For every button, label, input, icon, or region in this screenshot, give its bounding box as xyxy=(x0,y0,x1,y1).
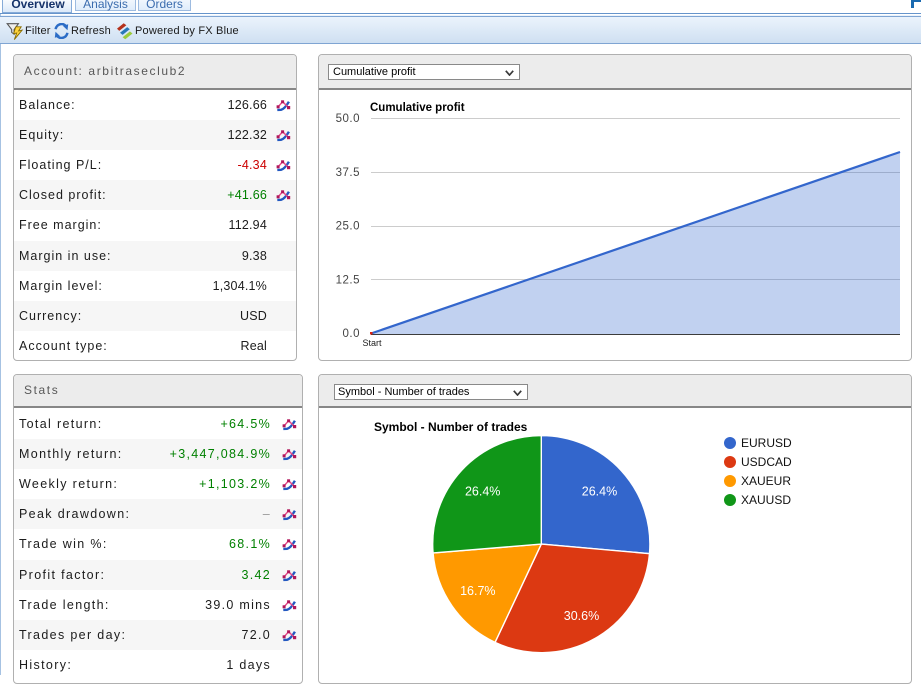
svg-text:0.0: 0.0 xyxy=(343,328,361,340)
svg-text:USDCAD: USDCAD xyxy=(741,455,792,469)
svg-text:XAUUSD: XAUUSD xyxy=(741,493,791,507)
svg-text:XAUEUR: XAUEUR xyxy=(741,474,791,488)
svg-text:16.7%: 16.7% xyxy=(460,584,495,598)
svg-text:37.5: 37.5 xyxy=(336,167,360,179)
svg-text:Start: Start xyxy=(362,338,382,348)
svg-text:12.5: 12.5 xyxy=(336,274,360,286)
svg-text:26.4%: 26.4% xyxy=(465,485,500,499)
svg-text:50.0: 50.0 xyxy=(336,113,360,125)
svg-text:Cumulative profit: Cumulative profit xyxy=(370,102,465,114)
svg-text:25.0: 25.0 xyxy=(336,221,360,233)
svg-text:Symbol - Number of trades: Symbol - Number of trades xyxy=(374,420,528,434)
svg-text:EURUSD: EURUSD xyxy=(741,436,792,450)
svg-text:26.4%: 26.4% xyxy=(582,485,617,499)
svg-text:30.6%: 30.6% xyxy=(564,609,599,623)
